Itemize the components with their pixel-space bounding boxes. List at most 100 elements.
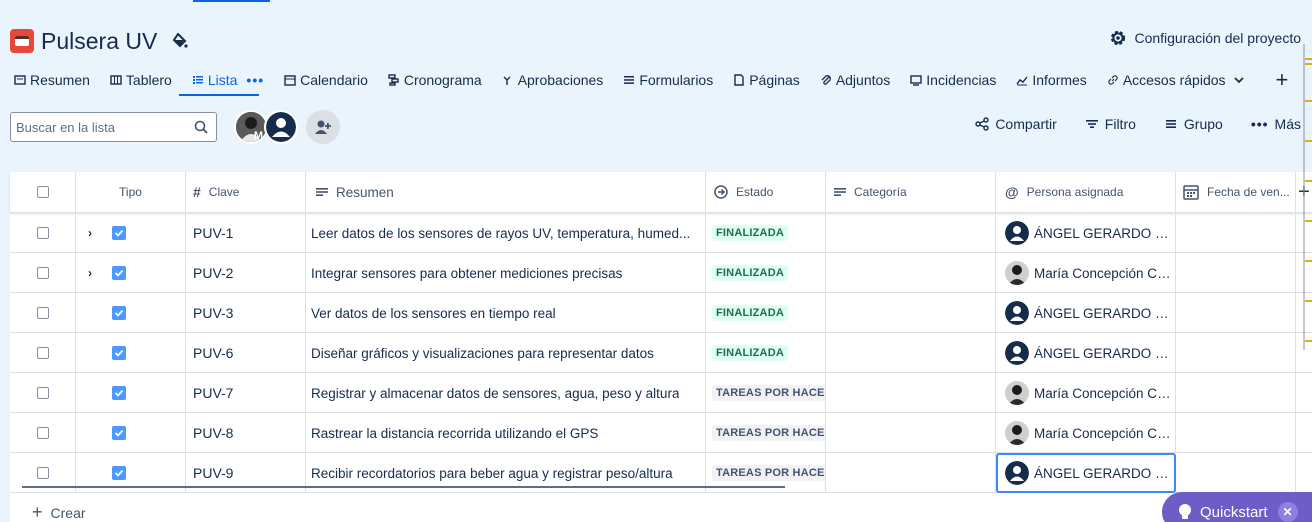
category-cell[interactable] [826, 293, 996, 333]
due-date-cell[interactable] [1176, 213, 1296, 253]
status-badge[interactable]: FINALIZADA [712, 345, 788, 361]
table-row[interactable]: PUV-6 Diseñar gráficos y visualizaciones … [10, 333, 1312, 373]
status-badge[interactable]: TAREAS POR HACER [712, 385, 825, 401]
table-row[interactable]: › PUV-2 Integrar sensores para obtener med… [10, 253, 1312, 293]
tab-accesos-rapidos[interactable]: Accesos rápidos [1107, 66, 1244, 94]
tab-informes[interactable]: Informes [1016, 66, 1087, 94]
row-checkbox[interactable] [36, 467, 49, 479]
chevron-down-icon[interactable] [1233, 75, 1244, 85]
category-cell[interactable] [826, 373, 996, 413]
issue-key[interactable]: PUV-6 [193, 345, 233, 361]
status-badge[interactable]: TAREAS POR HACER [712, 465, 825, 481]
column-header-key[interactable]: # Clave [186, 172, 306, 212]
category-cell[interactable] [826, 333, 996, 373]
issue-summary[interactable]: Registrar y almacenar datos de sensores,… [311, 386, 679, 401]
paint-bucket-icon[interactable] [171, 32, 189, 50]
tab-cronograma[interactable]: Cronograma [388, 66, 482, 94]
expand-chevron-icon[interactable]: › [88, 266, 92, 280]
summary-cell[interactable]: Ver datos de los sensores en tiempo real [306, 293, 706, 333]
tab-calendario[interactable]: Calendario [284, 66, 368, 94]
summary-cell[interactable]: Rastrear la distancia recorrida utilizan… [306, 413, 706, 453]
create-issue-button[interactable]: + Crear [32, 502, 86, 522]
issue-key[interactable]: PUV-3 [193, 305, 233, 321]
key-cell[interactable]: PUV-7 [186, 373, 306, 413]
column-header-assignee[interactable]: @ Persona asignada [996, 172, 1176, 212]
close-icon[interactable]: ✕ [1277, 502, 1298, 522]
assignee-cell[interactable]: María Concepción Cá... [996, 373, 1176, 413]
category-cell[interactable] [826, 453, 996, 493]
assignee-cell[interactable]: ÁNGEL GERARDO VE... [996, 213, 1176, 253]
column-header-type[interactable]: Tipo [76, 172, 186, 212]
due-date-cell[interactable] [1176, 253, 1296, 293]
due-date-cell[interactable] [1176, 453, 1296, 493]
column-header-summary[interactable]: Resumen [306, 172, 706, 212]
add-tab-icon[interactable]: + [1276, 67, 1289, 93]
issue-summary[interactable]: Recibir recordatorios para beber agua y … [311, 466, 673, 481]
category-cell[interactable] [826, 253, 996, 293]
expand-chevron-icon[interactable]: › [88, 226, 92, 240]
status-cell[interactable]: FINALIZADA [706, 213, 826, 253]
issue-key[interactable]: PUV-1 [193, 225, 233, 241]
table-row[interactable]: PUV-8 Rastrear la distancia recorrida uti… [10, 413, 1312, 453]
row-checkbox[interactable] [36, 387, 49, 399]
status-cell[interactable]: FINALIZADA [706, 253, 826, 293]
issue-key[interactable]: PUV-2 [193, 265, 233, 281]
tab-paginas[interactable]: Páginas [733, 66, 800, 94]
status-badge[interactable]: TAREAS POR HACER [712, 425, 825, 441]
assignee-cell[interactable]: ÁNGEL GERARDO VE... [996, 453, 1176, 493]
tab-aprobaciones[interactable]: Aprobaciones [502, 66, 603, 94]
tab-more-icon[interactable]: ••• [246, 72, 264, 88]
summary-cell[interactable]: Leer datos de los sensores de rayos UV, … [306, 213, 706, 253]
issue-summary[interactable]: Leer datos de los sensores de rayos UV, … [311, 226, 690, 241]
issue-summary[interactable]: Integrar sensores para obtener medicione… [311, 266, 622, 281]
filter-button[interactable]: Filtro [1085, 116, 1136, 132]
more-button[interactable]: ••• Más [1251, 116, 1301, 132]
tab-tablero[interactable]: Tablero [110, 66, 172, 94]
row-checkbox[interactable] [36, 227, 49, 239]
search-input[interactable]: Buscar en la lista [10, 112, 217, 142]
key-cell[interactable]: PUV-2 [186, 253, 306, 293]
assignee-cell[interactable]: ÁNGEL GERARDO VE... [996, 333, 1176, 373]
tab-lista[interactable]: Lista ••• [192, 66, 264, 94]
status-badge[interactable]: FINALIZADA [712, 225, 788, 241]
category-cell[interactable] [826, 413, 996, 453]
avatar-generic[interactable] [264, 110, 298, 144]
share-button[interactable]: Compartir [975, 116, 1057, 132]
avatar-photo[interactable]: M [234, 110, 268, 144]
issue-key[interactable]: PUV-9 [193, 465, 233, 481]
select-all-checkbox[interactable] [36, 186, 49, 198]
table-row[interactable]: PUV-7 Registrar y almacenar datos de sens… [10, 373, 1312, 413]
issue-summary[interactable]: Rastrear la distancia recorrida utilizan… [311, 426, 598, 441]
status-cell[interactable]: TAREAS POR HACER [706, 413, 826, 453]
status-cell[interactable]: TAREAS POR HACER [706, 373, 826, 413]
column-header-due-date[interactable]: Fecha de ven... [1176, 172, 1296, 212]
issue-key[interactable]: PUV-8 [193, 425, 233, 441]
summary-cell[interactable]: Registrar y almacenar datos de sensores,… [306, 373, 706, 413]
tab-adjuntos[interactable]: Adjuntos [820, 66, 890, 94]
status-cell[interactable]: FINALIZADA [706, 333, 826, 373]
issue-key[interactable]: PUV-7 [193, 385, 233, 401]
row-checkbox[interactable] [36, 267, 49, 279]
status-badge[interactable]: FINALIZADA [712, 305, 788, 321]
key-cell[interactable]: PUV-8 [186, 413, 306, 453]
column-header-category[interactable]: Categoría [826, 172, 996, 212]
tab-incidencias[interactable]: Incidencias [910, 66, 996, 94]
add-person-button[interactable] [306, 110, 340, 144]
status-badge[interactable]: FINALIZADA [712, 265, 788, 281]
horizontal-scrollbar[interactable] [22, 486, 785, 488]
row-checkbox[interactable] [36, 347, 49, 359]
table-row[interactable]: PUV-3 Ver datos de los sensores en tiempo… [10, 293, 1312, 333]
issue-summary[interactable]: Ver datos de los sensores en tiempo real [311, 306, 556, 321]
summary-cell[interactable]: Diseñar gráficos y visualizaciones para … [306, 333, 706, 373]
due-date-cell[interactable] [1176, 413, 1296, 453]
column-header-status[interactable]: Estado [706, 172, 826, 212]
issue-summary[interactable]: Diseñar gráficos y visualizaciones para … [311, 346, 654, 361]
table-row[interactable]: › PUV-1 Leer datos de los sensores de rayo… [10, 213, 1312, 253]
key-cell[interactable]: PUV-1 [186, 213, 306, 253]
category-cell[interactable] [826, 213, 996, 253]
tab-formularios[interactable]: Formularios [623, 66, 713, 94]
due-date-cell[interactable] [1176, 373, 1296, 413]
tab-resumen[interactable]: Resumen [14, 66, 90, 94]
row-checkbox[interactable] [36, 307, 49, 319]
row-checkbox[interactable] [36, 427, 49, 439]
